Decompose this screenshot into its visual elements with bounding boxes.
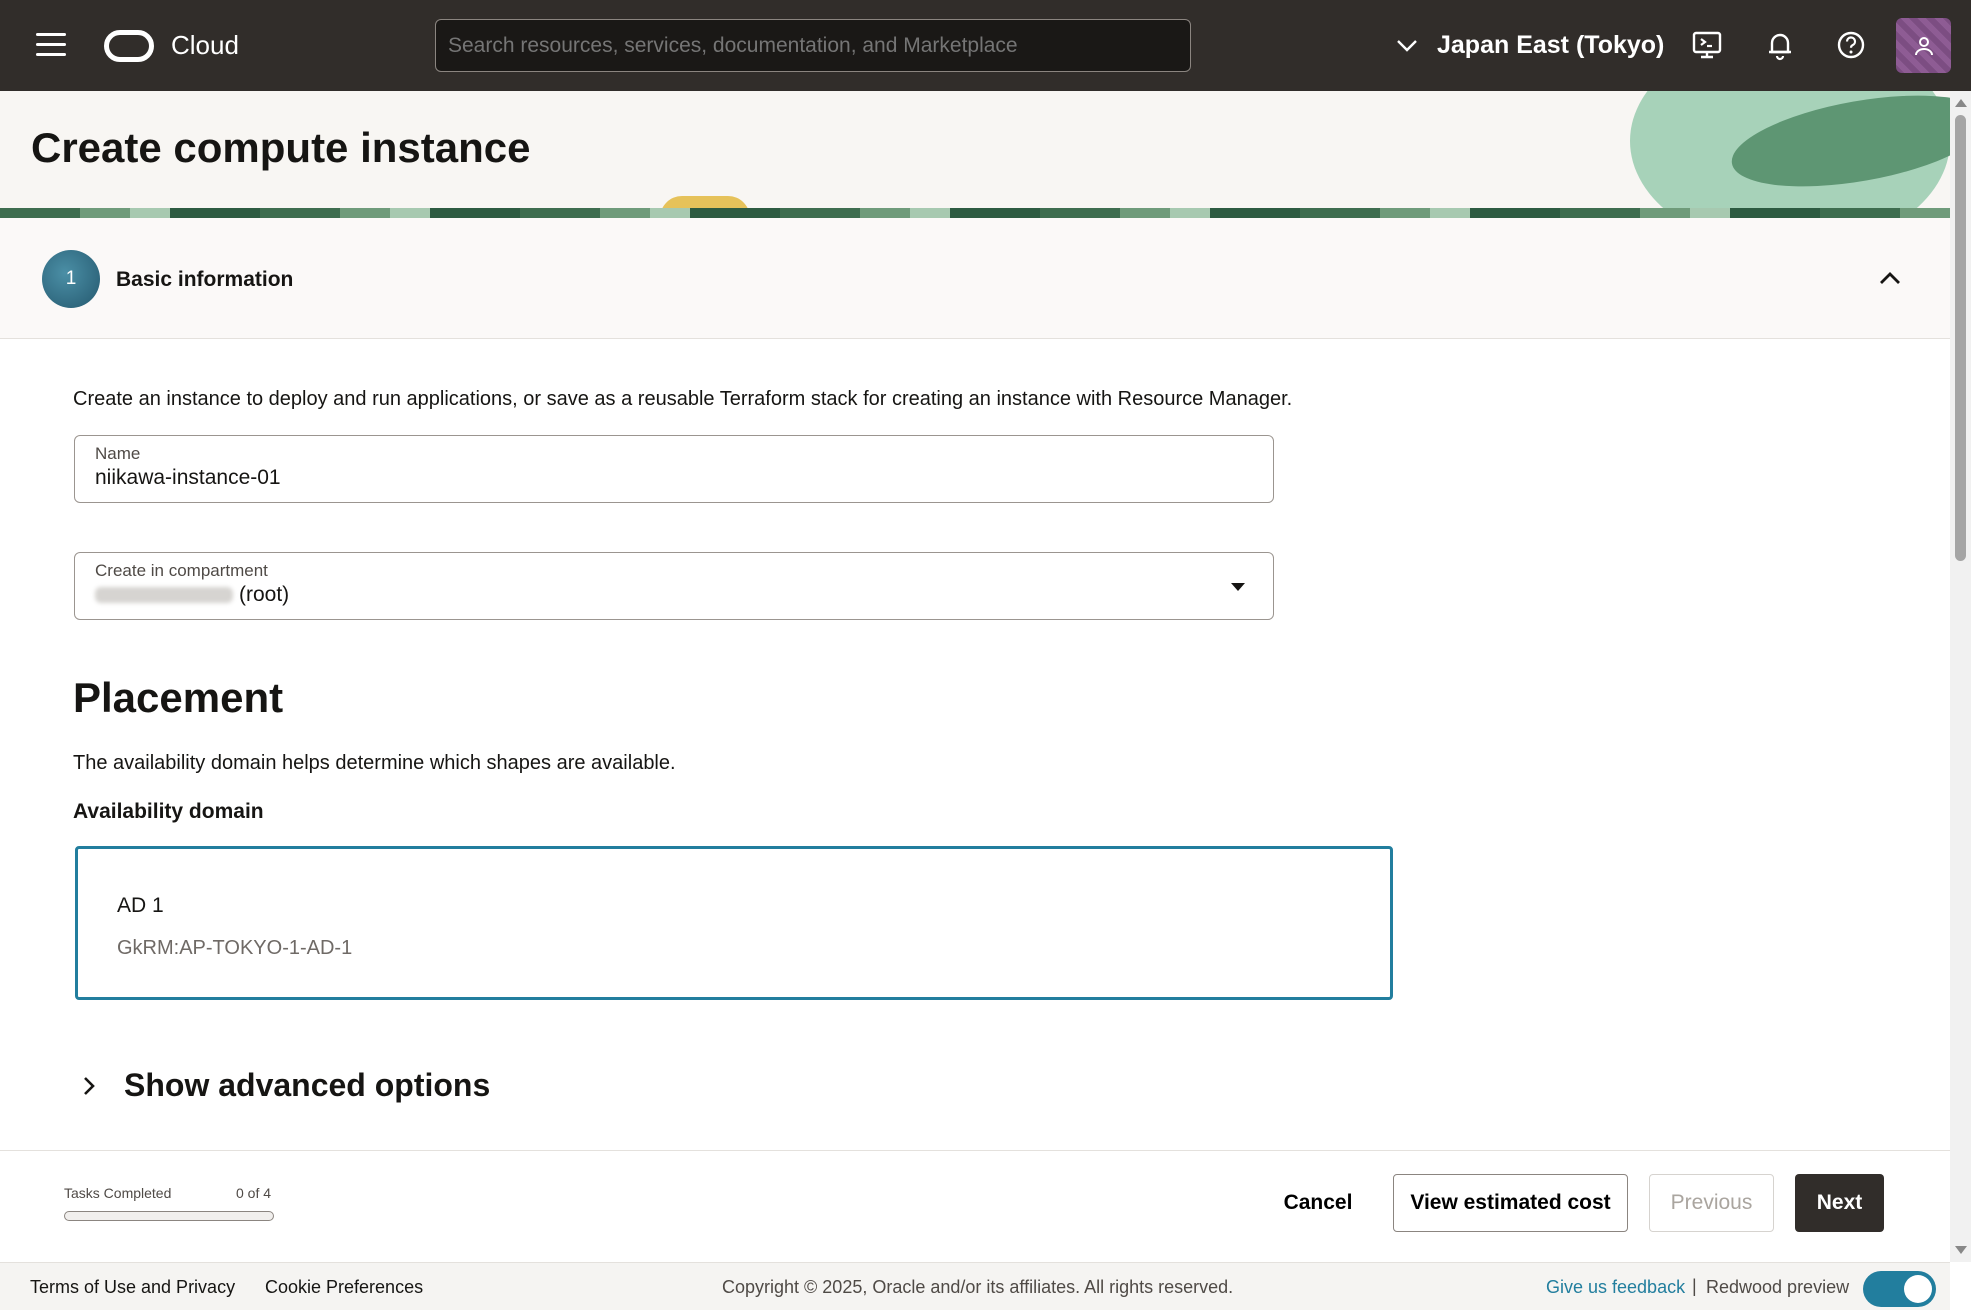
compartment-select[interactable]: Create in compartment (root) [74,552,1274,620]
view-estimated-cost-button[interactable]: View estimated cost [1393,1174,1628,1232]
show-advanced-options-toggle[interactable]: Show advanced options [78,1067,490,1104]
step-header-basic-information[interactable]: 1 Basic information [0,218,1950,339]
ad-name: AD 1 [117,894,164,917]
redwood-preview-toggle[interactable] [1863,1271,1936,1307]
user-icon [1914,36,1933,55]
feedback-link[interactable]: Give us feedback [1546,1277,1685,1298]
compartment-label: Create in compartment [95,561,268,580]
intro-text: Create an instance to deploy and run app… [73,388,1293,410]
previous-button[interactable]: Previous [1649,1174,1774,1232]
redacted-text [95,587,233,604]
copyright-text: Copyright © 2025, Oracle and/or its affi… [722,1277,1234,1297]
compartment-suffix: (root) [239,583,290,606]
wizard-action-bar: Tasks Completed 0 of 4 Cancel View estim… [0,1150,1950,1262]
bell-icon[interactable] [1763,28,1797,62]
advanced-options-label: Show advanced options [124,1067,491,1103]
name-input[interactable]: niikawa-instance-01 [95,466,1253,490]
step-title: Basic information [116,268,294,291]
tasks-completed-label: Tasks Completed [64,1185,172,1201]
brand-name[interactable]: Cloud [171,30,239,61]
redwood-preview-label: Redwood preview [1706,1277,1850,1297]
help-icon[interactable] [1834,28,1868,62]
search-input[interactable] [435,19,1191,72]
chevron-up-icon[interactable] [1876,266,1904,290]
terms-link[interactable]: Terms of Use and Privacy [30,1277,235,1298]
name-label: Name [95,444,141,463]
tasks-progress-bar [64,1211,274,1221]
footer-separator: | [1692,1276,1697,1296]
chevron-right-icon [84,1076,95,1095]
region-label: Japan East (Tokyo) [1437,30,1665,59]
cloud-shell-icon[interactable] [1690,28,1724,62]
toggle-knob [1904,1275,1932,1303]
menu-icon[interactable] [36,33,66,57]
placement-title: Placement [73,674,284,721]
scrollbar-thumb[interactable] [1955,115,1966,561]
page-footer: Terms of Use and Privacy Cookie Preferen… [0,1262,1950,1310]
scroll-up-icon[interactable] [1955,99,1967,107]
next-button[interactable]: Next [1795,1174,1884,1232]
caret-down-icon [1231,583,1245,591]
page-scrollbar[interactable] [1950,91,1971,1262]
page-header-banner: Create compute instance [0,91,1950,218]
tasks-completed-count: 0 of 4 [236,1185,272,1201]
placement-description: The availability domain helps determine … [73,752,676,774]
cookie-preferences-link[interactable]: Cookie Preferences [265,1277,423,1298]
user-avatar[interactable] [1896,18,1951,73]
page-title: Create compute instance [31,124,531,171]
availability-domain-card-ad1[interactable]: AD 1 GkRM:AP-TOKYO-1-AD-1 [75,846,1393,1000]
banner-stripe [0,208,1950,218]
scroll-down-icon[interactable] [1955,1246,1967,1254]
ad-identifier: GkRM:AP-TOKYO-1-AD-1 [117,937,353,959]
chevron-down-icon [1397,40,1417,52]
name-field[interactable]: Name niikawa-instance-01 [74,435,1274,503]
compartment-value: (root) [95,583,1253,607]
cloud-logo-icon[interactable] [104,30,154,62]
cancel-button[interactable]: Cancel [1270,1174,1366,1232]
top-navigation-bar: Cloud Japan East (Tokyo) [0,0,1971,91]
region-selector[interactable]: Japan East (Tokyo) [1395,22,1664,68]
step-content: Create an instance to deploy and run app… [0,340,1950,1150]
step-number-badge: 1 [42,250,100,308]
availability-domain-label: Availability domain [73,800,264,823]
